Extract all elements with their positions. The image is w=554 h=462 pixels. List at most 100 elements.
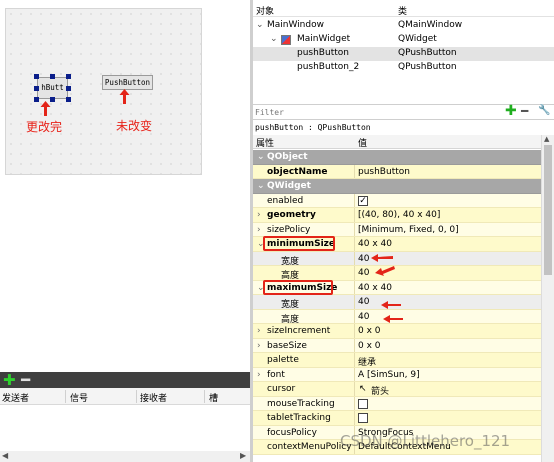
property-value[interactable]: 40 [358, 312, 369, 322]
property-value[interactable]: 0 x 0 [358, 341, 381, 351]
chevron-right-icon[interactable]: › [257, 341, 261, 351]
column-divider [354, 295, 355, 309]
red-arrow-left-icon [375, 266, 395, 276]
chevron-down-icon[interactable]: ⌄ [270, 34, 278, 44]
column-divider [354, 396, 355, 410]
property-value[interactable]: 40 [358, 297, 369, 307]
property-value[interactable]: 40 x 40 [358, 239, 392, 249]
header-object[interactable]: 对象 [256, 4, 274, 17]
property-row-sizeincrement[interactable]: › sizeIncrement 0 x 0 [253, 324, 541, 339]
group-row-qwidget[interactable]: ⌄ QWidget [253, 179, 541, 194]
chevron-right-icon[interactable]: › [257, 210, 261, 220]
tree-row-mainwindow[interactable]: ⌄ MainWindow QMainWindow [253, 19, 554, 33]
property-name: mouseTracking [267, 398, 335, 409]
push-button-resized[interactable]: hButt [37, 77, 68, 99]
group-row-qobject[interactable]: ⌄ QObject [253, 150, 541, 165]
property-value[interactable]: pushButton [358, 167, 410, 177]
scroll-right-icon[interactable]: ▶ [240, 451, 246, 460]
object-name: MainWindow [267, 20, 324, 30]
remove-icon[interactable]: ━ [21, 373, 30, 388]
property-row-sizepolicy[interactable]: › sizePolicy [Minimum, Fixed, 0, 0] [253, 222, 541, 237]
property-value[interactable]: 40 [358, 254, 369, 264]
selection-handle[interactable] [34, 86, 39, 91]
property-row-tablettracking[interactable]: tabletTracking [253, 411, 541, 426]
scroll-up-icon[interactable]: ▲ [544, 135, 549, 143]
column-slot[interactable]: 槽 [209, 391, 218, 404]
property-row-palette[interactable]: palette 继承 [253, 353, 541, 368]
property-row-geometry[interactable]: › geometry [(40, 80), 40 x 40] [253, 208, 541, 223]
widget-layout-icon [281, 35, 291, 45]
property-value[interactable]: 箭头 [371, 384, 389, 397]
selection-handle[interactable] [34, 74, 39, 79]
push-button-original[interactable]: PushButton [102, 75, 153, 90]
header-class[interactable]: 类 [398, 4, 407, 17]
column-divider [354, 309, 355, 323]
remove-property-icon[interactable]: ━ [521, 104, 528, 118]
property-name: baseSize [267, 340, 307, 351]
add-icon[interactable]: ✚ [3, 373, 16, 388]
selection-handle[interactable] [66, 97, 71, 102]
column-divider [354, 324, 355, 338]
chevron-down-icon[interactable]: ⌄ [256, 20, 264, 30]
cursor-arrow-icon: ↖ [359, 384, 367, 394]
property-value[interactable]: A [SimSun, 9] [358, 370, 420, 380]
property-value[interactable]: [(40, 80), 40 x 40] [358, 210, 440, 220]
red-arrow-left-icon [381, 301, 401, 309]
property-row-enabled[interactable]: enabled ✓ [253, 193, 541, 208]
property-name: sizePolicy [267, 224, 311, 235]
tree-row-pushbutton-2[interactable]: pushButton_2 QPushButton [253, 61, 554, 75]
chevron-down-icon[interactable]: ⌄ [257, 181, 265, 191]
chevron-right-icon[interactable]: › [257, 326, 261, 336]
configure-wrench-icon[interactable]: 🔧 [538, 105, 550, 116]
column-signal[interactable]: 信号 [70, 391, 88, 404]
property-name: font [267, 369, 285, 380]
horizontal-scrollbar[interactable]: ◀ ▶ [0, 451, 250, 462]
property-name: QObject [267, 152, 308, 162]
header-property[interactable]: 属性 [256, 136, 274, 149]
property-row-mousetracking[interactable]: mouseTracking [253, 396, 541, 411]
header-value[interactable]: 值 [358, 136, 367, 149]
property-object-label: pushButton : QPushButton [253, 121, 554, 135]
property-name: sizeIncrement [267, 326, 331, 336]
property-vertical-scrollbar[interactable]: ▲ [541, 135, 554, 462]
property-row-min-height[interactable]: 高度 40 [253, 266, 541, 281]
add-property-icon[interactable]: ✚ [505, 103, 517, 119]
chevron-right-icon[interactable]: › [257, 370, 261, 380]
property-row-basesize[interactable]: › baseSize 0 x 0 [253, 338, 541, 353]
column-divider [204, 390, 205, 403]
column-divider [354, 266, 355, 280]
object-inspector-header: 对象 类 [253, 0, 554, 17]
enabled-checkbox[interactable]: ✓ [358, 195, 368, 206]
scrollbar-thumb[interactable] [544, 145, 552, 275]
mousetracking-checkbox[interactable] [358, 398, 368, 409]
watermark: CSDN @Littlehero_121 [340, 432, 511, 450]
property-row-cursor[interactable]: cursor ↖ 箭头 [253, 382, 541, 397]
selection-handle[interactable] [50, 74, 55, 79]
selection-handle[interactable] [34, 97, 39, 102]
property-value[interactable]: 40 x 40 [358, 283, 392, 293]
property-row-font[interactable]: › font A [SimSun, 9] [253, 367, 541, 382]
tree-row-mainwidget[interactable]: ⌄ MainWidget QWidget [253, 33, 554, 47]
chevron-down-icon[interactable]: ⌄ [257, 152, 265, 162]
column-receiver[interactable]: 接收者 [140, 391, 167, 404]
column-divider [354, 208, 355, 222]
selection-handle[interactable] [66, 74, 71, 79]
form-design-canvas[interactable]: hButt PushButton 更改完 未改变 [5, 8, 202, 175]
property-value[interactable]: [Minimum, Fixed, 0, 0] [358, 225, 459, 235]
selection-handle[interactable] [66, 86, 71, 91]
tree-row-pushbutton-selected[interactable]: pushButton QPushButton [253, 47, 554, 61]
property-row-min-width[interactable]: 宽度 40 [253, 251, 541, 267]
chevron-right-icon[interactable]: › [257, 225, 261, 235]
tablettracking-checkbox[interactable] [358, 413, 368, 423]
property-value[interactable]: 0 x 0 [358, 326, 381, 336]
property-row-objectname[interactable]: objectName pushButton [253, 164, 541, 179]
column-sender[interactable]: 发送者 [2, 391, 29, 404]
property-filter-input[interactable] [253, 105, 499, 119]
scroll-left-icon[interactable]: ◀ [2, 451, 8, 460]
annotation-changed: 更改完 [26, 120, 63, 134]
property-name: 宽度 [281, 256, 300, 267]
property-value[interactable]: 40 [358, 268, 369, 278]
property-value[interactable]: 继承 [358, 355, 376, 368]
property-name: contextMenuPolicy [267, 442, 352, 452]
column-divider [354, 353, 355, 367]
